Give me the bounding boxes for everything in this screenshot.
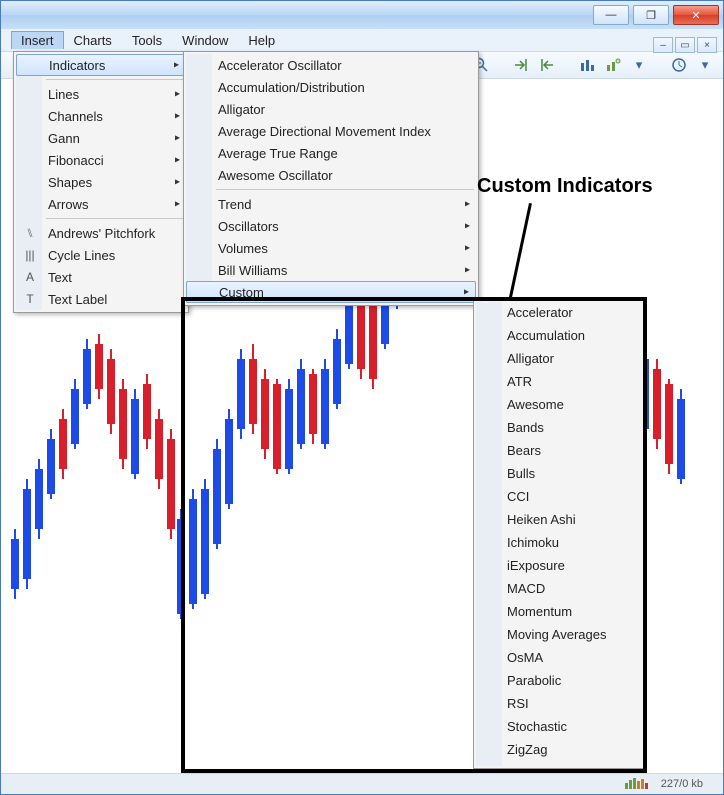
chevron-right-icon: ▸	[175, 133, 180, 144]
custom-item-bulls[interactable]: Bulls	[475, 462, 647, 485]
menu-help[interactable]: Help	[238, 31, 285, 50]
indicators-item-average-true-range[interactable]: Average True Range	[186, 142, 476, 164]
indicators-item-awesome-oscillator[interactable]: Awesome Oscillator	[186, 164, 476, 186]
chevron-right-icon: ▸	[465, 221, 470, 232]
insert-item-cycle-lines[interactable]: |||Cycle Lines	[16, 244, 186, 266]
text-label-icon: T	[21, 290, 39, 308]
menubar: Insert Charts Tools Window Help	[1, 29, 723, 52]
indicators-item-alligator[interactable]: Alligator	[186, 98, 476, 120]
maximize-button[interactable]: ❐	[633, 5, 669, 25]
status-text: 227/0 kb	[661, 778, 703, 790]
insert-item-shapes[interactable]: Shapes▸	[16, 171, 186, 193]
custom-item-osma[interactable]: OsMA	[475, 646, 647, 669]
custom-item-momentum[interactable]: Momentum	[475, 600, 647, 623]
custom-item-alligator[interactable]: Alligator	[475, 347, 647, 370]
titlebar: — ❐ ✕	[1, 1, 723, 29]
mdi-minimize[interactable]: –	[653, 37, 673, 53]
insert-item-lines[interactable]: Lines▸	[16, 83, 186, 105]
custom-submenu: AcceleratorAccumulationAlligatorATRAweso…	[473, 299, 649, 763]
menu-insert[interactable]: Insert	[11, 31, 64, 49]
insert-item-text-label[interactable]: TText Label	[16, 288, 186, 310]
indicators-item-accelerator-oscillator[interactable]: Accelerator Oscillator	[186, 54, 476, 76]
custom-item-ichimoku[interactable]: Ichimoku	[475, 531, 647, 554]
custom-item-moving-averages[interactable]: Moving Averages	[475, 623, 647, 646]
minimize-button[interactable]: —	[593, 5, 629, 25]
insert-dropdown: Indicators▸ Lines▸Channels▸Gann▸Fibonacci…	[13, 51, 189, 313]
custom-item-bears[interactable]: Bears	[475, 439, 647, 462]
custom-item-accelerator[interactable]: Accelerator	[475, 301, 647, 324]
chevron-right-icon: ▸	[175, 111, 180, 122]
pitchfork-icon: ⑊	[21, 224, 39, 242]
mdi-close[interactable]: ×	[697, 37, 717, 53]
bars-icon[interactable]	[577, 55, 597, 75]
custom-item-iexposure[interactable]: iExposure	[475, 554, 647, 577]
status-histogram-icon	[625, 777, 653, 792]
callout-label: Custom Indicators	[477, 175, 653, 198]
shift-icon[interactable]	[537, 55, 557, 75]
chevron-right-icon: ▸	[464, 287, 469, 298]
menu-window[interactable]: Window	[172, 31, 238, 50]
indicators-icon	[22, 56, 40, 74]
add-icon[interactable]	[603, 55, 623, 75]
insert-item-channels[interactable]: Channels▸	[16, 105, 186, 127]
dropdown2-icon[interactable]: ▾	[695, 55, 715, 75]
indicators-item-trend[interactable]: Trend▸	[186, 193, 476, 215]
dropdown-icon[interactable]: ▾	[629, 55, 649, 75]
custom-item-rsi[interactable]: RSI	[475, 692, 647, 715]
chevron-right-icon: ▸	[175, 155, 180, 166]
menu-tools[interactable]: Tools	[122, 31, 172, 50]
menu-charts[interactable]: Charts	[64, 31, 122, 50]
mdi-controls: – ▭ ×	[653, 37, 717, 53]
indicators-item-volumes[interactable]: Volumes▸	[186, 237, 476, 259]
custom-item-macd[interactable]: MACD	[475, 577, 647, 600]
chevron-right-icon: ▸	[175, 199, 180, 210]
custom-item-accumulation[interactable]: Accumulation	[475, 324, 647, 347]
chevron-right-icon: ▸	[174, 60, 179, 71]
clock-icon[interactable]	[669, 55, 689, 75]
insert-item-fibonacci[interactable]: Fibonacci▸	[16, 149, 186, 171]
goto-icon[interactable]	[511, 55, 531, 75]
chevron-right-icon: ▸	[465, 199, 470, 210]
indicators-item-bill-williams[interactable]: Bill Williams▸	[186, 259, 476, 281]
indicators-item-oscillators[interactable]: Oscillators▸	[186, 215, 476, 237]
insert-item-andrews-pitchfork[interactable]: ⑊Andrews' Pitchfork	[16, 222, 186, 244]
indicators-submenu: Accelerator OscillatorAccumulation/Distr…	[183, 51, 479, 306]
close-button[interactable]: ✕	[673, 5, 719, 25]
indicators-item-accumulation-distribution[interactable]: Accumulation/Distribution	[186, 76, 476, 98]
custom-item-stochastic[interactable]: Stochastic	[475, 715, 647, 738]
custom-item-parabolic[interactable]: Parabolic	[475, 669, 647, 692]
chevron-right-icon: ▸	[175, 89, 180, 100]
insert-item-arrows[interactable]: Arrows▸	[16, 193, 186, 215]
custom-item-atr[interactable]: ATR	[475, 370, 647, 393]
custom-item-zigzag[interactable]: ZigZag	[475, 738, 647, 761]
insert-item-gann[interactable]: Gann▸	[16, 127, 186, 149]
app-window: — ❐ ✕ Insert Charts Tools Window Help – …	[0, 0, 724, 795]
indicators-item-custom[interactable]: Custom▸	[186, 281, 476, 303]
chevron-right-icon: ▸	[465, 243, 470, 254]
chevron-right-icon: ▸	[465, 265, 470, 276]
custom-item-bands[interactable]: Bands	[475, 416, 647, 439]
custom-item-awesome[interactable]: Awesome	[475, 393, 647, 416]
indicators-item-average-directional-movement-index[interactable]: Average Directional Movement Index	[186, 120, 476, 142]
mdi-restore[interactable]: ▭	[675, 37, 695, 53]
text-icon: A	[21, 268, 39, 286]
chevron-right-icon: ▸	[175, 177, 180, 188]
insert-item-indicators[interactable]: Indicators▸	[16, 54, 186, 76]
insert-item-text[interactable]: AText	[16, 266, 186, 288]
custom-item-cci[interactable]: CCI	[475, 485, 647, 508]
cycles-icon: |||	[21, 246, 39, 264]
statusbar: 227/0 kb	[1, 773, 723, 794]
custom-item-heiken-ashi[interactable]: Heiken Ashi	[475, 508, 647, 531]
